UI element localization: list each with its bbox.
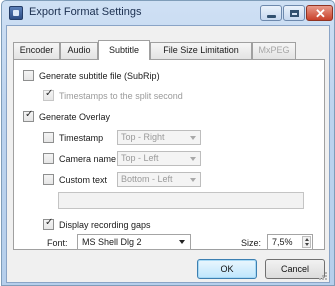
camera-name-position-value: Top - Left [121, 153, 159, 163]
tab-encoder[interactable]: Encoder [13, 42, 60, 59]
camera-name-row[interactable]: Camera name [43, 152, 116, 165]
display-gaps-row[interactable]: Display recording gaps [43, 217, 151, 231]
export-format-settings-window: Export Format Settings ✕ Encoder Audio S… [1, 0, 335, 286]
timestamps-split-row: Timestamps to the split second [43, 88, 183, 102]
spin-down-icon [305, 243, 309, 246]
window-title: Export Format Settings [29, 6, 142, 18]
timestamp-row[interactable]: Timestamp [43, 131, 103, 144]
camera-name-checkbox[interactable] [43, 153, 54, 164]
timestamp-label: Timestamp [59, 132, 104, 143]
custom-text-row[interactable]: Custom text [43, 173, 107, 186]
app-icon [9, 6, 23, 20]
custom-text-checkbox[interactable] [43, 174, 54, 185]
chevron-down-icon [179, 240, 185, 244]
generate-overlay-label: Generate Overlay [39, 111, 111, 122]
generate-subtitle-row[interactable]: Generate subtitle file (SubRip) [23, 69, 160, 82]
close-button[interactable]: ✕ [306, 5, 333, 21]
size-label: Size: [241, 238, 262, 248]
font-select[interactable]: MS Shell Dlg 2 [77, 234, 191, 250]
cancel-button[interactable]: Cancel [265, 259, 325, 279]
generate-subtitle-label: Generate subtitle file (SubRip) [39, 70, 160, 81]
maximize-icon [290, 10, 299, 17]
custom-text-label: Custom text [59, 174, 108, 185]
chevron-down-icon [190, 157, 196, 161]
ok-button[interactable]: OK [197, 259, 257, 279]
generate-overlay-checkbox[interactable] [23, 109, 34, 122]
custom-text-position-select[interactable]: Bottom - Left [117, 172, 201, 187]
generate-subtitle-checkbox[interactable] [23, 70, 34, 81]
timestamps-split-checkbox [43, 88, 54, 101]
maximize-button[interactable] [283, 5, 305, 21]
display-gaps-label: Display recording gaps [59, 219, 151, 230]
minimize-button[interactable] [260, 5, 282, 21]
camera-name-label: Camera name [59, 153, 117, 164]
tab-audio[interactable]: Audio [60, 42, 98, 59]
font-value: MS Shell Dlg 2 [82, 237, 142, 247]
camera-name-position-select[interactable]: Top - Left [117, 151, 201, 166]
generate-overlay-row[interactable]: Generate Overlay [23, 109, 111, 123]
dialog-body: Encoder Audio Subtitle File Size Limitat… [6, 25, 330, 283]
size-value: 7,5% [272, 237, 293, 247]
timestamp-checkbox[interactable] [43, 132, 54, 143]
tab-subtitle[interactable]: Subtitle [98, 40, 150, 60]
timestamps-split-label: Timestamps to the split second [59, 90, 183, 101]
custom-text-position-value: Bottom - Left [121, 174, 173, 184]
chevron-down-icon [190, 136, 196, 140]
tab-mxpeg: MxPEG [252, 42, 296, 59]
spin-buttons[interactable] [302, 236, 311, 248]
timestamp-position-select[interactable]: Top - Right [117, 130, 201, 145]
font-label: Font: [47, 238, 68, 248]
minimize-icon [267, 15, 276, 18]
custom-text-input[interactable] [58, 192, 304, 209]
subtitle-panel: Generate subtitle file (SubRip) Timestam… [13, 59, 325, 250]
close-icon: ✕ [315, 6, 326, 21]
size-spinbox[interactable]: 7,5% [267, 234, 313, 250]
tab-file-size-limitation[interactable]: File Size Limitation [150, 42, 252, 59]
display-gaps-checkbox[interactable] [43, 217, 54, 230]
chevron-down-icon [190, 178, 196, 182]
resize-grip[interactable] [318, 271, 328, 281]
spin-up-icon [305, 238, 309, 241]
timestamp-position-value: Top - Right [121, 132, 165, 142]
title-bar[interactable]: Export Format Settings ✕ [2, 1, 334, 25]
